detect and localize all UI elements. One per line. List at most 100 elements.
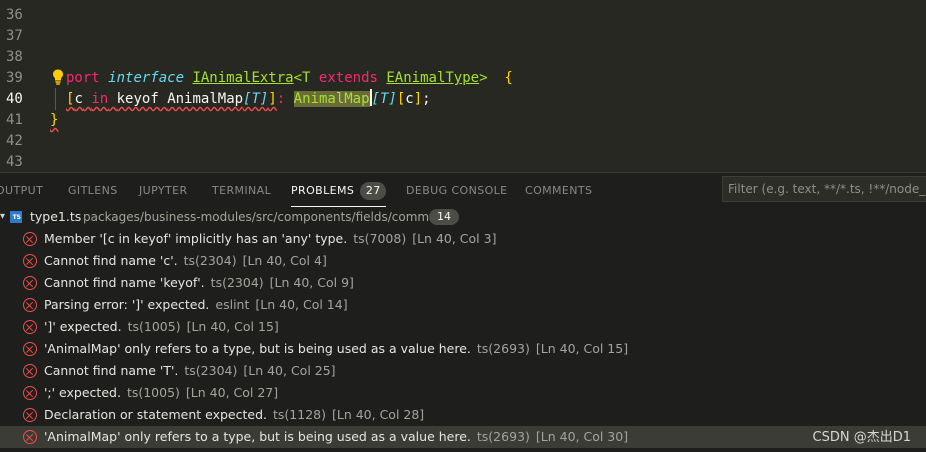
code-line-41[interactable]: } xyxy=(50,109,58,131)
index-c: c xyxy=(405,91,414,107)
problem-row[interactable]: Cannot find name 'T'. ts(2304) [Ln 40, Col… xyxy=(0,360,926,382)
problem-row[interactable]: Parsing error: ']' expected. eslint [Ln 40… xyxy=(0,294,926,316)
error-icon xyxy=(23,298,37,312)
problem-row[interactable]: ';' expected. ts(1005) [Ln 40, Col 27] xyxy=(0,382,926,404)
filter-input[interactable] xyxy=(723,177,926,201)
tab-terminal[interactable]: TERMINAL xyxy=(212,173,271,209)
editor-line[interactable]: 43 xyxy=(0,151,926,172)
index-open: [ xyxy=(396,91,406,107)
editor-line[interactable]: 38 xyxy=(0,46,926,68)
problem-row[interactable]: Cannot find name 'keyof'. ts(2304) [Ln 40,… xyxy=(0,272,926,294)
problem-source: ts(1005) xyxy=(127,319,181,334)
editor-line[interactable]: 42 xyxy=(0,130,926,152)
indent-guide xyxy=(55,88,56,110)
error-icon xyxy=(23,320,37,334)
problems-list: ▾ TS type1.ts packages/business-modules/… xyxy=(0,206,926,452)
line-number: 37 xyxy=(6,28,23,44)
bracket-close: ] xyxy=(268,91,277,107)
problem-message: Declaration or statement expected. xyxy=(44,407,267,422)
tab-gitlens[interactable]: GITLENS xyxy=(68,173,118,209)
problem-source: ts(7008) xyxy=(353,231,407,246)
code-line-40[interactable]: [c in keyof AnimalMap[T]]: AnimalMap [T][… xyxy=(66,88,431,110)
problem-message: Parsing error: ']' expected. xyxy=(44,297,210,312)
error-icon xyxy=(23,232,37,246)
problem-position: [Ln 40, Col 28] xyxy=(331,407,425,422)
code-editor[interactable]: 36 37 38 39 port interface IAnimalExtra<… xyxy=(0,0,926,172)
enum-type-name: EAnimalType xyxy=(386,70,480,86)
error-icon xyxy=(23,430,37,444)
lightbulb-icon[interactable] xyxy=(50,68,66,86)
keyword-in: in xyxy=(91,91,109,107)
index-close: ] xyxy=(413,91,423,107)
problem-source: ts(1005) xyxy=(126,385,180,400)
watermark: CSDN @杰出D1 xyxy=(812,430,911,445)
problems-count-badge: 27 xyxy=(360,182,387,200)
type-param-t: T xyxy=(302,70,311,86)
error-icon xyxy=(23,276,37,290)
problem-message: 'AnimalMap' only refers to a type, but i… xyxy=(44,429,471,444)
line-number: 43 xyxy=(6,154,23,170)
problem-message: Cannot find name 'T'. xyxy=(44,363,179,378)
problem-message: ';' expected. xyxy=(44,385,121,400)
editor-line[interactable]: 36 xyxy=(0,4,926,26)
colon: : xyxy=(276,91,286,107)
problems-filter[interactable] xyxy=(722,176,926,202)
problem-position: [Ln 40, Col 3] xyxy=(412,231,497,246)
open-brace: { xyxy=(504,70,513,86)
error-icon xyxy=(23,342,37,356)
problem-position: [Ln 40, Col 14] xyxy=(255,297,348,312)
file-problem-count: 14 xyxy=(429,209,459,225)
editor-line[interactable]: 37 xyxy=(0,25,926,47)
error-icon xyxy=(23,408,37,422)
problem-row[interactable]: 'AnimalMap' only refers to a type, but i… xyxy=(0,338,926,360)
problem-position: [Ln 40, Col 9] xyxy=(269,275,354,290)
tab-output[interactable]: OUTPUT xyxy=(0,173,43,209)
keyword-export-fragment: port xyxy=(66,70,100,86)
editor-line-active[interactable]: 40 [c in keyof AnimalMap[T]]: AnimalMap[… xyxy=(0,88,926,110)
close-brace: } xyxy=(50,112,59,128)
problem-message: Cannot find name 'keyof'. xyxy=(44,275,205,290)
index-t: [T] xyxy=(243,91,269,107)
tab-problems[interactable]: PROBLEMS 27 xyxy=(291,173,387,209)
problem-row-selected[interactable]: 'AnimalMap' only refers to a type, but i… xyxy=(0,426,926,448)
problem-position: [Ln 40, Col 4] xyxy=(242,253,327,268)
problem-source: ts(2304) xyxy=(184,363,238,378)
keyword-extends: extends xyxy=(318,70,378,86)
code-line-39[interactable]: port interface IAnimalExtra<T extends EA… xyxy=(66,67,513,89)
file-name: type1.ts xyxy=(30,209,82,224)
error-icon xyxy=(23,386,37,400)
line-number: 41 xyxy=(6,112,23,128)
problem-source: ts(2693) xyxy=(476,341,530,356)
semicolon: ; xyxy=(422,91,431,107)
typescript-file-icon: TS xyxy=(10,211,22,223)
file-path: packages/business-modules/src/components… xyxy=(83,210,445,224)
problem-row[interactable]: ']' expected. ts(1005) [Ln 40, Col 15] xyxy=(0,316,926,338)
index-t-2: [T] xyxy=(371,91,397,107)
line-number: 38 xyxy=(6,49,23,65)
tab-comments[interactable]: COMMENTS xyxy=(525,173,592,209)
problem-row[interactable]: Declaration or statement expected. ts(112… xyxy=(0,404,926,426)
line-number: 40 xyxy=(6,91,23,107)
problem-source: ts(1128) xyxy=(273,407,326,422)
problem-position: [Ln 40, Col 15] xyxy=(186,319,279,334)
line-number: 39 xyxy=(6,70,23,86)
problem-source: ts(2693) xyxy=(476,429,530,444)
generic-open: < xyxy=(293,70,303,86)
file-group-row[interactable]: ▾ TS type1.ts packages/business-modules/… xyxy=(0,206,926,228)
problem-row[interactable]: Cannot find name 'c'. ts(2304) [Ln 40, Col… xyxy=(0,250,926,272)
editor-line[interactable]: 41 } xyxy=(0,109,926,131)
problem-message: Cannot find name 'c'. xyxy=(44,253,178,268)
problem-message: 'AnimalMap' only refers to a type, but i… xyxy=(44,341,471,356)
line-number: 42 xyxy=(6,133,23,149)
identifier-c: c xyxy=(74,91,83,107)
problem-message: Member '[c in keyof' implicitly has an '… xyxy=(44,231,348,246)
problem-row[interactable]: Member '[c in keyof' implicitly has an '… xyxy=(0,228,926,250)
error-icon xyxy=(23,254,37,268)
line-number: 36 xyxy=(6,7,23,23)
keyword-interface: interface xyxy=(108,70,185,86)
tab-debug-console[interactable]: DEBUG CONSOLE xyxy=(406,173,508,209)
tab-jupyter[interactable]: JUPYTER xyxy=(139,173,188,209)
editor-line[interactable]: 39 port interface IAnimalExtra<T extends… xyxy=(0,67,926,89)
chevron-down-icon[interactable]: ▾ xyxy=(0,206,10,228)
generic-close: > xyxy=(479,70,488,86)
